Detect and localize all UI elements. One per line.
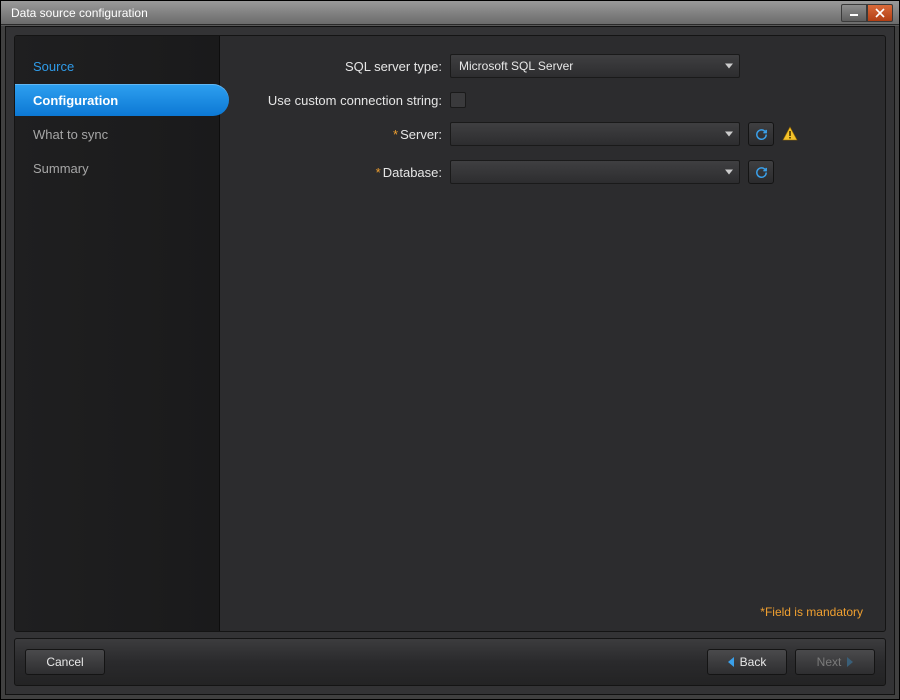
sidebar-item-label: What to sync [33,127,108,142]
required-mark: * [393,127,398,142]
minimize-icon [849,9,859,17]
checkbox-use-custom-connection[interactable] [450,92,466,108]
wizard-sidebar: Source Configuration What to sync Summar… [15,36,220,631]
dialog-body: Source Configuration What to sync Summar… [5,26,895,695]
warning-icon [782,126,798,142]
chevron-left-icon [728,657,734,667]
sidebar-item-summary[interactable]: Summary [15,152,219,184]
label-sql-server-type: SQL server type: [220,59,450,74]
select-sql-server-type[interactable]: Microsoft SQL Server [450,54,740,78]
mandatory-note: *Field is mandatory [760,605,863,619]
row-sql-server-type: SQL server type: Microsoft SQL Server [220,54,863,78]
refresh-icon [754,165,769,180]
label-database: *Database: [220,165,450,180]
required-mark: * [376,165,381,180]
cancel-button[interactable]: Cancel [25,649,105,675]
sidebar-item-configuration[interactable]: Configuration [15,84,229,116]
label-server-text: Server: [400,127,442,142]
form-panel: SQL server type: Microsoft SQL Server Us… [220,36,885,631]
sidebar-item-source[interactable]: Source [15,50,219,82]
select-database[interactable] [450,160,740,184]
back-button[interactable]: Back [707,649,787,675]
button-label: Cancel [46,655,83,669]
close-button[interactable] [867,4,893,22]
sidebar-item-label: Summary [33,161,89,176]
row-database: *Database: [220,160,863,184]
row-server: *Server: [220,122,863,146]
window-controls [841,4,893,22]
sidebar-item-what-to-sync[interactable]: What to sync [15,118,219,150]
next-button[interactable]: Next [795,649,875,675]
chevron-down-icon [725,132,733,137]
minimize-button[interactable] [841,4,867,22]
footer-bar: Cancel Back Next [14,638,886,686]
refresh-server-button[interactable] [748,122,774,146]
row-use-custom-connection: Use custom connection string: [220,92,863,108]
chevron-down-icon [725,170,733,175]
sidebar-item-label: Source [33,59,74,74]
refresh-database-button[interactable] [748,160,774,184]
label-use-custom-connection: Use custom connection string: [220,93,450,108]
chevron-right-icon [847,657,853,667]
select-server[interactable] [450,122,740,146]
label-server: *Server: [220,127,450,142]
select-value: Microsoft SQL Server [459,59,573,73]
dialog-window: Data source configuration Source Configu… [0,0,900,700]
window-title: Data source configuration [11,6,841,20]
refresh-icon [754,127,769,142]
button-label: Back [740,655,767,669]
button-label: Next [817,655,842,669]
chevron-down-icon [725,64,733,69]
content-area: Source Configuration What to sync Summar… [14,35,886,632]
titlebar[interactable]: Data source configuration [1,1,899,25]
label-database-text: Database: [383,165,442,180]
close-icon [875,8,885,18]
sidebar-item-label: Configuration [33,93,118,108]
